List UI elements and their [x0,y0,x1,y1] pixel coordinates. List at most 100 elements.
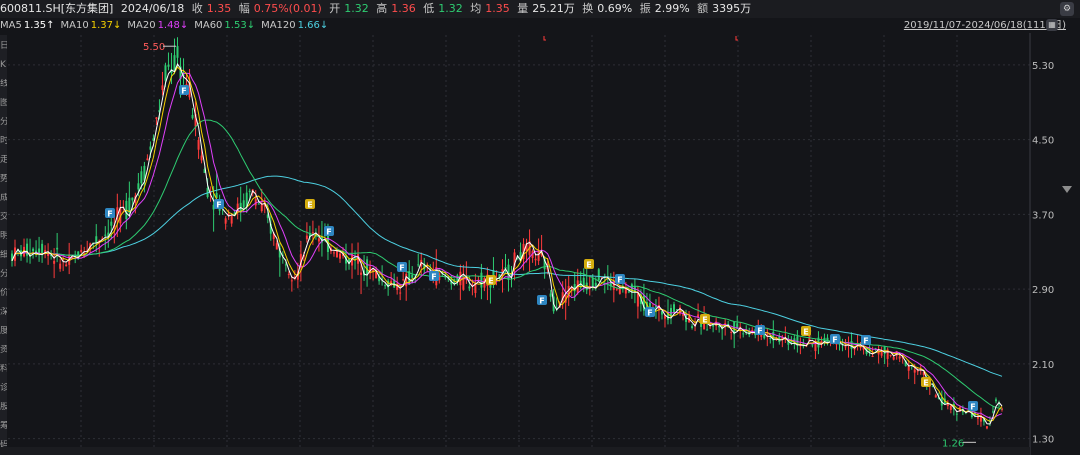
candle-body [290,280,293,282]
candle-body [360,272,363,275]
candle-body [332,252,335,254]
y-tick-label: 2.90 [1032,285,1054,296]
candle-body [287,273,290,275]
candle-body [991,411,994,413]
candle-body [128,197,131,213]
side-tab-char: 图 [0,98,7,108]
candle-body [889,354,892,356]
candle-body [254,198,257,206]
candle-body [161,85,164,90]
candle-body [742,333,745,335]
candle-body [167,64,170,67]
candle-body [131,197,134,201]
candle-body [56,247,59,250]
event-marker-label: F [757,327,762,336]
candle-body [468,286,471,289]
candle-body [627,291,630,293]
event-marker-label: F [431,273,436,282]
candle-body [164,65,167,81]
candle-body [140,171,143,184]
candle-body [257,203,260,205]
candle-body [934,395,937,398]
side-tab-char: K [0,60,6,70]
event-marker-label: F [399,264,404,273]
side-tab-char: 时 [0,136,7,146]
side-tab-char: 筹 [0,421,7,431]
side-tab-char: 股 [0,402,7,412]
side-tab-char: 深 [0,307,7,317]
event-marker-label: F [539,297,544,306]
bottom-toolbar[interactable] [0,447,1030,455]
side-tab-char: 线 [0,79,7,89]
candle-body [582,277,585,286]
max-price-label: 5.50 [143,42,165,53]
side-tab-char: 走 [0,155,7,165]
candle-body [80,249,83,253]
candle-body [591,278,594,288]
candle-body [197,139,200,150]
event-marker-label: F [181,87,186,96]
event-marker-label: E [586,261,591,270]
candle-body [384,285,387,287]
candle-body [275,243,278,250]
candle-body [200,155,203,161]
candle-body [366,259,369,275]
candle-body [53,260,56,264]
candle-body [994,399,997,402]
event-marker-label: F [970,403,975,412]
candle-body [317,238,320,242]
candle-body [537,250,540,261]
candle-body [480,272,483,288]
event-marker-label: F [107,210,112,219]
candle-body [898,356,901,359]
side-tab-char: 度 [0,326,7,336]
candle-body [907,365,910,371]
candle-body [811,344,814,346]
candle-body [26,243,29,256]
candle-body [534,258,537,261]
side-tab-char: 细 [0,250,7,260]
candle-body [402,279,405,281]
candle-body [176,46,179,58]
candle-body [146,158,149,161]
candle-body [682,314,685,316]
side-tab-char: 料 [0,364,7,374]
event-marker-label: F [832,336,837,345]
candle-body [955,413,958,415]
candle-body [985,426,988,429]
candle-body [59,263,62,269]
candle-body [248,190,251,192]
plot-background [0,33,1080,455]
candle-body [417,264,420,266]
candle-body [399,292,402,294]
event-marker-label: E [803,328,808,337]
candle-body [110,221,113,226]
candle-body [191,114,194,119]
y-tick-label: 3.70 [1032,210,1054,221]
candle-body [850,341,853,349]
candle-body [32,248,35,252]
candle-body [673,304,676,313]
candle-body [338,253,341,259]
candle-body [892,357,895,360]
candle-body [871,355,874,357]
side-tab-char: 分 [0,269,7,279]
candle-body [230,216,233,224]
side-tab-char: 资 [0,345,7,355]
candle-body [260,204,263,212]
candle-body [311,232,314,234]
side-tab-char: 明 [0,231,7,241]
candle-body [730,331,733,333]
candle-body [913,369,916,373]
side-tab-char: 价 [0,288,7,298]
candle-body [173,55,176,71]
candle-body [706,329,709,331]
candle-body [691,326,694,328]
candle-body [242,200,245,208]
kline-chart[interactable]: 5.304.503.702.902.101.305.501.26FFF EFFF E… [0,0,1080,455]
chevron-down-icon[interactable] [1062,186,1072,193]
candle-body [137,183,140,190]
left-tab-strip[interactable]: 日K线图分时走势成交明细分价深度资料诊股筹码 [0,35,7,455]
y-tick-label: 1.30 [1032,435,1054,446]
event-marker-label: E [923,379,928,388]
